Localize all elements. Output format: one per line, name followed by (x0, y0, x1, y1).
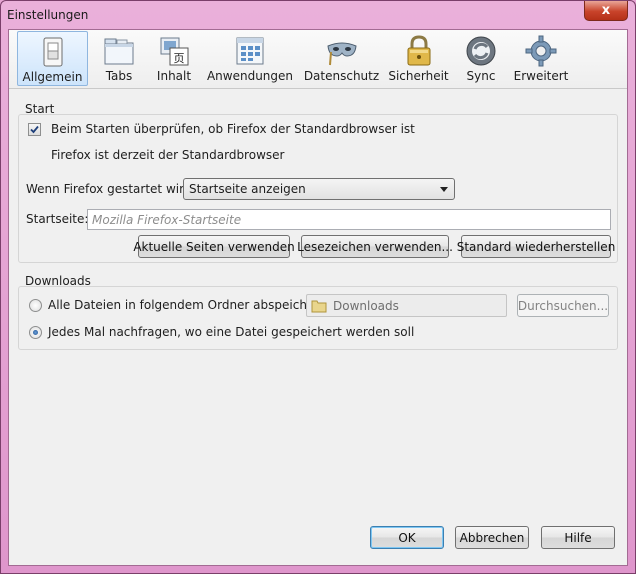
cancel-button[interactable]: Abbrechen (455, 526, 529, 549)
browse-button[interactable]: Durchsuchen... (517, 294, 609, 317)
when-starts-value: Startseite anzeigen (189, 182, 306, 196)
light-switch-icon (43, 37, 62, 67)
help-button[interactable]: Hilfe (541, 526, 615, 549)
tab-sync[interactable]: Sync (457, 31, 505, 86)
close-button[interactable]: x (584, 1, 628, 21)
category-toolbar: Allgemein Tabs 页 Inhalt Anwendungen Date… (9, 30, 627, 89)
tab-label: Tabs (105, 69, 133, 83)
tab-label: Anwendungen (206, 69, 294, 83)
dialog-content: Allgemein Tabs 页 Inhalt Anwendungen Date… (8, 29, 628, 566)
radio-selected-dot (33, 330, 38, 335)
tab-erweitert[interactable]: Erweitert (512, 31, 570, 86)
tab-label: Sicherheit (388, 69, 449, 83)
tab-sicherheit[interactable]: Sicherheit (387, 31, 450, 86)
always-ask-radio[interactable] (29, 326, 42, 339)
tab-allgemein[interactable]: Allgemein (17, 31, 88, 86)
restore-default-button[interactable]: Standard wiederherstellen (457, 235, 615, 258)
check-default-checkbox[interactable] (28, 123, 41, 136)
always-ask-label[interactable]: Jedes Mal nachfragen, wo eine Datei gesp… (48, 325, 414, 339)
svg-text:页: 页 (174, 52, 185, 65)
save-all-label[interactable]: Alle Dateien in folgendem Ordner abspeic… (48, 298, 331, 312)
save-all-radio[interactable] (29, 299, 42, 312)
when-starts-select[interactable]: Startseite anzeigen (183, 178, 455, 200)
default-status-text: Firefox ist derzeit der Standardbrowser (51, 148, 285, 162)
tab-label: Sync (466, 69, 496, 83)
check-default-label[interactable]: Beim Starten überprüfen, ob Firefox der … (51, 122, 415, 136)
download-folder-field: Downloads (306, 294, 507, 317)
downloads-group: Alle Dateien in folgendem Ordner abspeic… (18, 286, 618, 350)
tab-inhalt[interactable]: 页 Inhalt (149, 31, 199, 86)
sync-arrows-icon (466, 36, 496, 66)
chevron-down-icon (440, 187, 448, 192)
gear-icon (525, 35, 557, 67)
folder-icon (311, 300, 327, 313)
padlock-icon (407, 35, 430, 66)
tab-tabs[interactable]: Tabs (94, 31, 144, 86)
window-title: Einstellungen (7, 8, 89, 22)
tab-label: Erweitert (513, 69, 569, 83)
tab-label: Datenschutz (303, 69, 380, 83)
homepage-label: Startseite: (26, 212, 89, 226)
tab-label: Allgemein (22, 70, 83, 84)
applications-window-icon (236, 37, 264, 65)
title-bar[interactable]: Einstellungen x (1, 1, 635, 29)
tabs-window-icon (104, 38, 134, 65)
checkmark-icon (30, 125, 39, 134)
download-folder-value: Downloads (333, 299, 399, 313)
use-bookmark-button[interactable]: Lesezeichen verwenden... (297, 235, 453, 258)
content-page-icon: 页 (160, 37, 189, 66)
homepage-input[interactable]: Mozilla Firefox-Startseite (87, 209, 611, 230)
tab-datenschutz[interactable]: Datenschutz (303, 31, 380, 86)
use-current-pages-button[interactable]: Aktuelle Seiten verwenden (133, 235, 295, 258)
when-starts-label: Wenn Firefox gestartet wird: (26, 182, 196, 196)
tab-anwendungen[interactable]: Anwendungen (206, 31, 294, 86)
tab-label: Inhalt (156, 69, 192, 83)
ok-button[interactable]: OK (370, 526, 444, 549)
homepage-placeholder: Mozilla Firefox-Startseite (92, 213, 242, 227)
privacy-mask-icon (326, 42, 357, 66)
preferences-window: Einstellungen x Allgemein Tabs 页 Inhalt … (0, 0, 636, 574)
start-group: Beim Starten überprüfen, ob Firefox der … (18, 114, 618, 263)
close-icon: x (601, 3, 611, 18)
